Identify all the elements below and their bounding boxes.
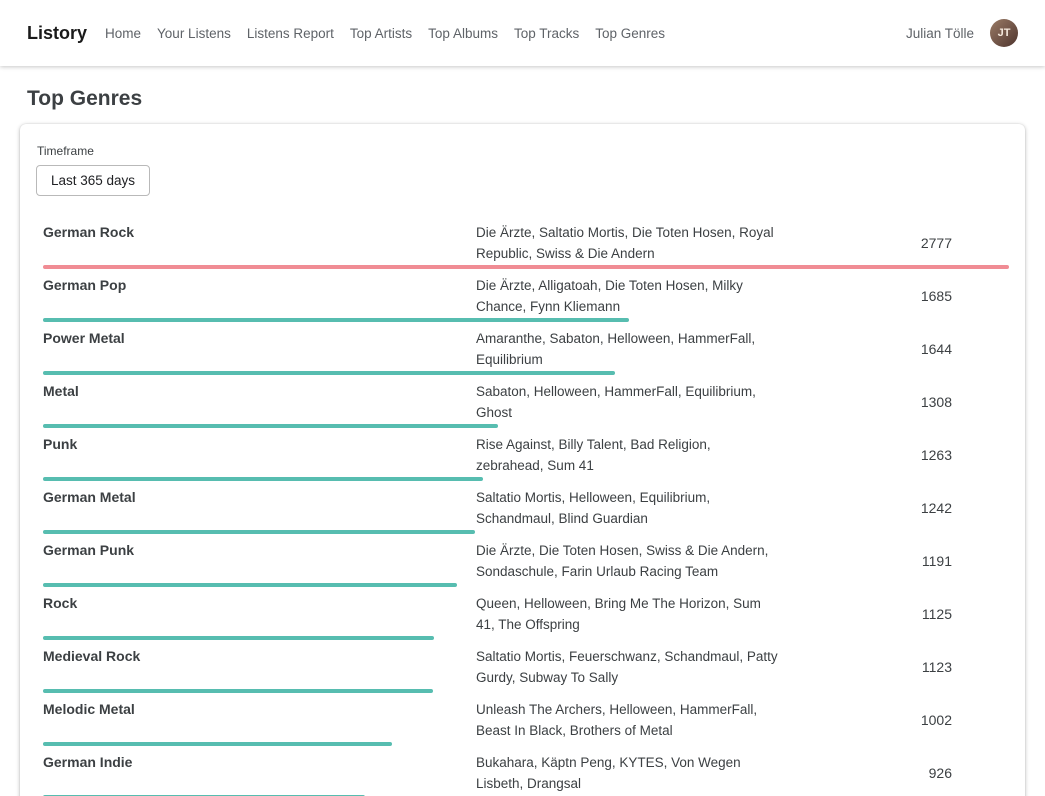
top-genres-card: Timeframe Last 365 days German RockDie Ä…	[20, 124, 1025, 796]
genre-artists: Die Ärzte, Die Toten Hosen, Swiss & Die …	[476, 540, 778, 582]
genre-name: Rock	[43, 593, 476, 635]
page-title: Top Genres	[27, 87, 1025, 111]
user-name: Julian Tölle	[906, 26, 974, 41]
genre-row: German RockDie Ärzte, Saltatio Mortis, D…	[36, 216, 1009, 269]
genre-name: Power Metal	[43, 328, 476, 370]
genre-artists: Saltatio Mortis, Feuerschwanz, Schandmau…	[476, 646, 778, 688]
timeframe-select[interactable]: Last 365 days	[36, 165, 150, 196]
genre-count: 1308	[778, 392, 1009, 413]
genre-artists: Bukahara, Käptn Peng, KYTES, Von Wegen L…	[476, 752, 778, 794]
user-avatar[interactable]: JT	[990, 19, 1018, 47]
genre-row: Power MetalAmaranthe, Sabaton, Helloween…	[36, 322, 1009, 375]
genre-count: 1002	[778, 710, 1009, 731]
genre-table: German RockDie Ärzte, Saltatio Mortis, D…	[36, 216, 1009, 796]
genre-count: 1191	[778, 551, 1009, 572]
genre-row: German PunkDie Ärzte, Die Toten Hosen, S…	[36, 534, 1009, 587]
genre-count: 2777	[778, 233, 1009, 254]
page-content: Top Genres Timeframe Last 365 days Germa…	[0, 87, 1045, 796]
nav-item-top-albums[interactable]: Top Albums	[428, 26, 498, 41]
nav-links: Home Your Listens Listens Report Top Artist…	[105, 26, 665, 41]
genre-name: German Pop	[43, 275, 476, 317]
nav-item-top-genres[interactable]: Top Genres	[595, 26, 665, 41]
genre-artists: Die Ärzte, Alligatoah, Die Toten Hosen, …	[476, 275, 778, 317]
genre-row: German PopDie Ärzte, Alligatoah, Die Tot…	[36, 269, 1009, 322]
timeframe-label: Timeframe	[37, 144, 1009, 158]
genre-artists: Unleash The Archers, Helloween, HammerFa…	[476, 699, 778, 741]
nav-item-top-tracks[interactable]: Top Tracks	[514, 26, 579, 41]
genre-row: German IndieBukahara, Käptn Peng, KYTES,…	[36, 746, 1009, 796]
genre-count: 1242	[778, 498, 1009, 519]
app-logo[interactable]: Listory	[27, 23, 87, 44]
genre-count: 1125	[778, 604, 1009, 625]
genre-name: German Punk	[43, 540, 476, 582]
genre-artists: Sabaton, Helloween, HammerFall, Equilibr…	[476, 381, 778, 423]
genre-name: Melodic Metal	[43, 699, 476, 741]
genre-name: Metal	[43, 381, 476, 423]
genre-row: German MetalSaltatio Mortis, Helloween, …	[36, 481, 1009, 534]
genre-name: German Indie	[43, 752, 476, 794]
genre-row: MetalSabaton, Helloween, HammerFall, Equ…	[36, 375, 1009, 428]
genre-name: Medieval Rock	[43, 646, 476, 688]
genre-artists: Queen, Helloween, Bring Me The Horizon, …	[476, 593, 778, 635]
genre-count: 1263	[778, 445, 1009, 466]
genre-artists: Saltatio Mortis, Helloween, Equilibrium,…	[476, 487, 778, 529]
genre-count: 1644	[778, 339, 1009, 360]
genre-row: Medieval RockSaltatio Mortis, Feuerschwa…	[36, 640, 1009, 693]
genre-row: PunkRise Against, Billy Talent, Bad Reli…	[36, 428, 1009, 481]
nav-item-listens-report[interactable]: Listens Report	[247, 26, 334, 41]
user-area: Julian Tölle JT	[906, 19, 1018, 47]
genre-row: RockQueen, Helloween, Bring Me The Horiz…	[36, 587, 1009, 640]
nav-item-home[interactable]: Home	[105, 26, 141, 41]
genre-name: German Rock	[43, 222, 476, 264]
genre-artists: Die Ärzte, Saltatio Mortis, Die Toten Ho…	[476, 222, 778, 264]
genre-count: 1685	[778, 286, 1009, 307]
genre-count: 1123	[778, 657, 1009, 678]
top-navbar: Listory Home Your Listens Listens Report To…	[0, 0, 1045, 66]
genre-name: German Metal	[43, 487, 476, 529]
genre-count: 926	[778, 763, 1009, 784]
genre-name: Punk	[43, 434, 476, 476]
genre-row: Melodic MetalUnleash The Archers, Hellow…	[36, 693, 1009, 746]
genre-artists: Rise Against, Billy Talent, Bad Religion…	[476, 434, 778, 476]
nav-item-your-listens[interactable]: Your Listens	[157, 26, 231, 41]
nav-item-top-artists[interactable]: Top Artists	[350, 26, 412, 41]
genre-artists: Amaranthe, Sabaton, Helloween, HammerFal…	[476, 328, 778, 370]
